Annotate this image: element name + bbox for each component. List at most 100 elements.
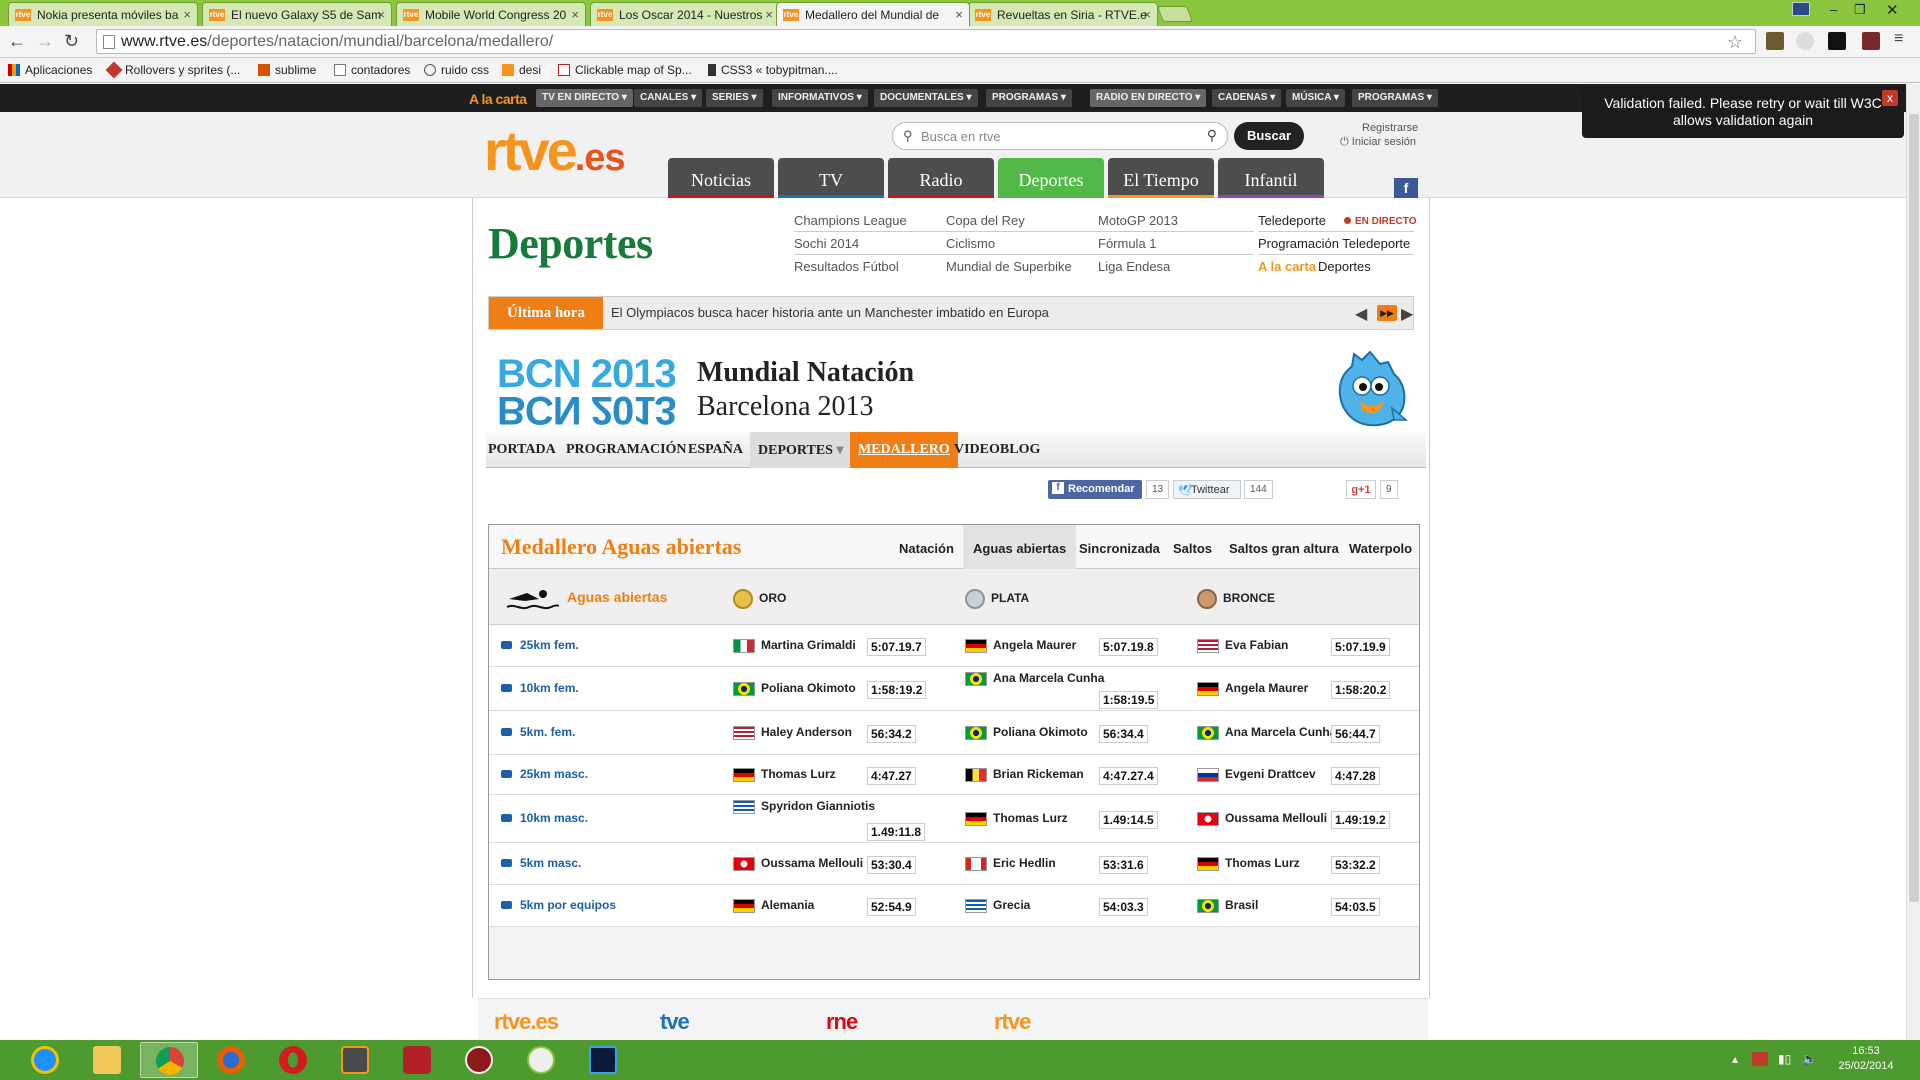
programacion-link[interactable]: Programación Teledeporte [1258, 236, 1410, 251]
login-link[interactable]: ⏻ Iniciar sesión [1340, 136, 1416, 149]
extension-icon[interactable] [1828, 32, 1846, 50]
medallero-tab[interactable]: Saltos [1173, 541, 1212, 556]
section-title[interactable]: Deportes [488, 218, 653, 269]
close-tab-icon[interactable]: × [377, 7, 385, 22]
event-link[interactable]: 10km masc. [501, 811, 588, 825]
tray-app-icon[interactable] [1752, 1052, 1768, 1066]
next-icon[interactable]: ▶ [1401, 304, 1413, 324]
play-icon[interactable]: ▶▶ [1377, 305, 1397, 321]
close-tab-icon[interactable]: × [571, 7, 579, 22]
section-link[interactable]: Liga Endesa [1098, 259, 1170, 274]
browser-tab[interactable]: rtve Mobile World Congress 20 × [396, 2, 586, 26]
event-link[interactable]: 10km fem. [501, 681, 579, 695]
topbar-menu-item[interactable]: PROGRAMAS ▾ [1352, 89, 1438, 107]
topbar-menu-item[interactable]: MÚSICA ▾ [1286, 89, 1345, 107]
browser-tab[interactable]: rtve Nokia presenta móviles ba × [8, 2, 198, 26]
event-nav-item[interactable]: VIDEOBLOG [954, 442, 1040, 458]
teledeporte-link[interactable]: Teledeporte [1258, 213, 1326, 228]
firefox-icon[interactable] [202, 1042, 260, 1078]
search-button[interactable]: Buscar [1234, 122, 1304, 150]
event-link[interactable]: 5km masc. [501, 856, 581, 870]
footer-logo-rtve-es[interactable]: rtve.es [494, 1009, 559, 1035]
main-tab-noticias[interactable]: Noticias [668, 158, 774, 198]
en-directo-badge[interactable]: EN DIRECTO [1344, 216, 1417, 227]
section-link[interactable]: Copa del Rey [946, 213, 1025, 228]
scrollbar-thumb[interactable] [1909, 114, 1919, 902]
browser-tab-active[interactable]: rtve Medallero del Mundial de × [776, 2, 970, 26]
extension-icon[interactable] [1796, 32, 1814, 50]
section-link[interactable]: Sochi 2014 [794, 236, 859, 251]
bookmark-item[interactable]: Aplicaciones [8, 63, 92, 77]
topbar-menu-item[interactable]: CANALES ▾ [634, 89, 703, 107]
search-input[interactable]: ⚲ Busca en rtve ⚲ [892, 122, 1228, 150]
register-link[interactable]: Registrarse [1362, 122, 1418, 134]
topbar-menu-item[interactable]: RADIO EN DIRECTO ▾ [1090, 89, 1207, 107]
topbar-menu-item[interactable]: SERIES ▾ [706, 89, 763, 107]
maximize-icon[interactable]: ❐ [1854, 2, 1866, 18]
medallero-tab-active[interactable]: Aguas abiertas [963, 525, 1077, 569]
a-la-carta-deportes-link[interactable]: Deportes [1318, 259, 1371, 274]
footer-logo-rne[interactable]: rne [826, 1009, 858, 1035]
reload-icon[interactable]: ↻ [64, 31, 79, 52]
close-icon[interactable]: x [1882, 90, 1898, 106]
medallero-tab[interactable]: Natación [899, 541, 954, 556]
bookmark-star-icon[interactable]: ☆ [1727, 32, 1743, 53]
extension-icon[interactable] [1862, 32, 1880, 50]
a-la-carta-link[interactable]: A la carta [1258, 259, 1316, 274]
section-link[interactable]: Champions League [794, 213, 907, 228]
previous-icon[interactable]: ◀ [1355, 304, 1367, 324]
network-icon[interactable]: ▮▯ [1778, 1052, 1791, 1066]
bookmark-item[interactable]: CSS3 « tobypitman.... [708, 63, 838, 77]
opera-icon[interactable] [264, 1042, 322, 1078]
sublime-icon[interactable] [326, 1042, 384, 1078]
shutdown-icon[interactable] [450, 1042, 508, 1078]
filezilla-icon[interactable] [388, 1042, 446, 1078]
section-link[interactable]: Resultados Fútbol [794, 259, 899, 274]
main-tab-tv[interactable]: TV [778, 158, 884, 198]
close-tab-icon[interactable]: × [1143, 7, 1151, 22]
browser-tab[interactable]: rtve El nuevo Galaxy S5 de Sam × [202, 2, 392, 26]
bookmark-item[interactable]: sublime [258, 63, 316, 77]
extension-icon[interactable] [1766, 32, 1784, 50]
menu-icon[interactable]: ≡ [1894, 30, 1912, 48]
address-bar[interactable]: www.rtve.es/deportes/natacion/mundial/ba… [96, 29, 1756, 54]
section-link[interactable]: Fórmula 1 [1098, 236, 1157, 251]
medallero-tab[interactable]: Sincronizada [1079, 541, 1160, 556]
browser-tab[interactable]: rtve Revueltas en Siria - RTVE.e × [968, 2, 1158, 26]
tweet-button[interactable]: 🕊 Twittear [1173, 480, 1241, 499]
photoshop-icon[interactable] [574, 1042, 632, 1078]
event-nav-item[interactable]: PORTADA [488, 442, 556, 458]
minimize-icon[interactable]: – [1830, 2, 1837, 17]
event-link[interactable]: 25km fem. [501, 638, 579, 652]
topbar-menu-item[interactable]: DOCUMENTALES ▾ [874, 89, 978, 107]
facebook-icon[interactable]: f [1394, 178, 1418, 198]
event-link[interactable]: 5km. fem. [501, 725, 575, 739]
event-nav-item-dropdown[interactable]: DEPORTES ▾ [750, 432, 852, 468]
main-tab-el-tiempo[interactable]: El Tiempo [1108, 158, 1214, 198]
event-nav-item[interactable]: ESPAÑA [688, 442, 743, 458]
rtve-logo[interactable]: rtve.es [484, 118, 626, 183]
explorer-icon[interactable] [78, 1042, 136, 1078]
ie-icon[interactable] [16, 1042, 74, 1078]
browser-tab[interactable]: rtve Los Oscar 2014 - Nuestros × [590, 2, 780, 26]
topbar-menu-item[interactable]: INFORMATIVOS ▾ [772, 89, 868, 107]
close-tab-icon[interactable]: × [955, 7, 963, 22]
a-la-carta-label[interactable]: A la carta [469, 91, 527, 107]
section-link[interactable]: Ciclismo [946, 236, 995, 251]
vertical-scrollbar[interactable] [1906, 84, 1920, 1040]
main-tab-radio[interactable]: Radio [888, 158, 994, 198]
gplus-button[interactable]: g+1 [1346, 480, 1376, 499]
taskbar-clock[interactable]: 16:53 25/02/2014 [1826, 1044, 1906, 1074]
volume-icon[interactable]: 🔈 [1802, 1052, 1817, 1066]
section-link[interactable]: MotoGP 2013 [1098, 213, 1178, 228]
medallero-tab[interactable]: Waterpolo [1349, 541, 1412, 556]
profile-flag-icon[interactable] [1792, 2, 1810, 16]
close-window-icon[interactable]: ✕ [1886, 1, 1899, 19]
main-tab-deportes[interactable]: Deportes [998, 158, 1104, 198]
bookmark-item[interactable]: Rollovers y sprites (... [105, 61, 240, 79]
footer-logo-rtve[interactable]: rtve [994, 1009, 1031, 1035]
section-link[interactable]: Mundial de Superbike [946, 259, 1072, 274]
medallero-tab[interactable]: Saltos gran altura [1229, 541, 1339, 556]
bookmark-item[interactable]: ruido css [424, 63, 489, 77]
topbar-menu-item[interactable]: PROGRAMAS ▾ [986, 89, 1072, 107]
